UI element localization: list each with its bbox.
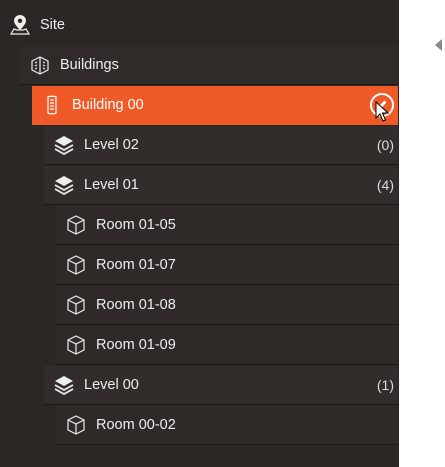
- item-count: (0): [376, 137, 394, 153]
- tree-item-level-00[interactable]: Level 00 (1): [44, 366, 398, 405]
- tree-item-room-01-09[interactable]: Room 01-09: [56, 326, 398, 365]
- cube-icon: [64, 213, 88, 237]
- tree-item-building-00[interactable]: Building 00: [32, 86, 398, 125]
- tree-panel: Site Buildings Building 00 Level 02 (0) …: [0, 0, 399, 467]
- tree-item-label: Site: [40, 17, 65, 33]
- item-count: (1): [376, 377, 394, 393]
- cube-icon: [64, 333, 88, 357]
- layers-icon: [52, 373, 76, 397]
- tree-item-room-01-08[interactable]: Room 01-08: [56, 286, 398, 325]
- cube-icon: [64, 293, 88, 317]
- tree-item-label: Room 01-08: [96, 297, 176, 313]
- panel-splitter[interactable]: [399, 0, 445, 467]
- item-count: (4): [376, 177, 394, 193]
- tree-item-label: Room 01-07: [96, 257, 176, 273]
- tree-item-label: Level 00: [84, 377, 139, 393]
- mouse-cursor-icon: [375, 101, 389, 122]
- building-icon: [40, 93, 64, 117]
- tree-item-site[interactable]: Site: [0, 6, 398, 45]
- tree-item-label: Building 00: [72, 97, 144, 113]
- tree-item-label: Level 02: [84, 137, 139, 153]
- cube-icon: [64, 413, 88, 437]
- tree-item-level-01[interactable]: Level 01 (4): [44, 166, 398, 205]
- cube-icon: [64, 253, 88, 277]
- tree-item-label: Room 00-02: [96, 417, 176, 433]
- tree-item-label: Room 01-09: [96, 337, 176, 353]
- tree-item-room-00-02[interactable]: Room 00-02: [56, 406, 398, 445]
- layers-icon: [52, 173, 76, 197]
- tree-item-room-01-07[interactable]: Room 01-07: [56, 246, 398, 285]
- tree-item-buildings[interactable]: Buildings: [20, 46, 398, 85]
- layers-icon: [52, 133, 76, 157]
- buildings-icon: [28, 53, 52, 77]
- tree-item-label: Level 01: [84, 177, 139, 193]
- tree-item-label: Buildings: [60, 57, 119, 73]
- collapse-arrow-icon[interactable]: [435, 39, 442, 51]
- map-pin-icon: [8, 13, 32, 37]
- tree-item-level-02[interactable]: Level 02 (0): [44, 126, 398, 165]
- tree-item-label: Room 01-05: [96, 217, 176, 233]
- tree-item-room-01-05[interactable]: Room 01-05: [56, 206, 398, 245]
